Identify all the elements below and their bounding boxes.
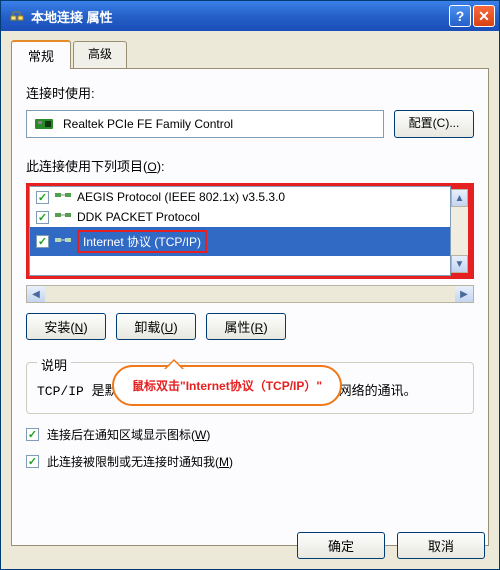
window-title: 本地连接 属性 — [31, 7, 447, 26]
properties-button[interactable]: 属性(R) — [206, 313, 286, 340]
protocol-list[interactable]: ✓ AEGIS Protocol (IEEE 802.1x) v3.5.3.0 … — [29, 186, 451, 276]
annotation-text: 鼠标双击"Internet协议（TCP/IP）" — [132, 379, 322, 393]
protocol-list-highlight: ✓ AEGIS Protocol (IEEE 802.1x) v3.5.3.0 … — [26, 183, 474, 279]
checkbox[interactable]: ✓ — [36, 211, 49, 224]
scroll-up-button[interactable]: ▲ — [451, 189, 468, 207]
configure-button[interactable]: 配置(C)... — [394, 110, 474, 138]
properties-dialog: 本地连接 属性 ? ✕ 常规 高级 连接时使用: Realtek PCIe FE… — [0, 0, 500, 570]
notify-limited-label: 此连接被限制或无连接时通知我(M) — [47, 453, 233, 470]
adapter-field[interactable]: Realtek PCIe FE Family Control — [26, 110, 384, 138]
scroll-right-button[interactable]: ▶ — [455, 286, 473, 302]
horizontal-scrollbar[interactable]: ◀ ▶ — [26, 285, 474, 303]
help-button[interactable]: ? — [449, 5, 471, 27]
tab-advanced[interactable]: 高级 — [73, 41, 127, 70]
uninstall-button[interactable]: 卸载(U) — [116, 313, 196, 340]
list-item[interactable]: ✓ AEGIS Protocol (IEEE 802.1x) v3.5.3.0 — [30, 187, 450, 207]
items-used-label: 此连接使用下列项目(O): — [26, 156, 474, 175]
scroll-left-button[interactable]: ◀ — [27, 286, 45, 302]
close-button[interactable]: ✕ — [473, 5, 495, 27]
protocol-icon — [55, 210, 73, 224]
nic-icon — [35, 117, 55, 131]
ok-button[interactable]: 确定 — [297, 532, 385, 559]
protocol-label: DDK PACKET Protocol — [77, 210, 200, 224]
vertical-scrollbar[interactable]: ▲ ▼ — [451, 186, 471, 276]
protocol-label: Internet 协议 (TCP/IP) — [77, 230, 207, 253]
scroll-down-button[interactable]: ▼ — [451, 255, 468, 273]
checkbox[interactable]: ✓ — [26, 455, 39, 468]
protocol-label: AEGIS Protocol (IEEE 802.1x) v3.5.3.0 — [77, 190, 285, 204]
list-item-selected[interactable]: ✓ Internet 协议 (TCP/IP) — [30, 227, 450, 256]
dialog-buttons: 确定 取消 — [297, 532, 485, 559]
list-item[interactable]: ✓ DDK PACKET Protocol — [30, 207, 450, 227]
tab-general[interactable]: 常规 — [11, 40, 71, 69]
checkbox[interactable]: ✓ — [36, 235, 49, 248]
checkbox[interactable]: ✓ — [26, 428, 39, 441]
adapter-name: Realtek PCIe FE Family Control — [63, 117, 233, 131]
connection-icon — [9, 8, 25, 24]
show-icon-label: 连接后在通知区域显示图标(W) — [47, 426, 210, 443]
scroll-track[interactable] — [45, 286, 455, 302]
scroll-track[interactable] — [451, 207, 468, 255]
annotation-callout: 鼠标双击"Internet协议（TCP/IP）" — [112, 365, 342, 406]
description-heading: 说明 — [37, 355, 71, 374]
notify-limited-row[interactable]: ✓ 此连接被限制或无连接时通知我(M) — [26, 453, 474, 470]
show-icon-row[interactable]: ✓ 连接后在通知区域显示图标(W) — [26, 426, 474, 443]
checkbox[interactable]: ✓ — [36, 191, 49, 204]
titlebar[interactable]: 本地连接 属性 ? ✕ — [1, 1, 499, 31]
tab-panel: 连接时使用: Realtek PCIe FE Family Control 配置… — [11, 68, 489, 546]
connect-using-label: 连接时使用: — [26, 83, 474, 102]
protocol-icon — [55, 190, 73, 204]
cancel-button[interactable]: 取消 — [397, 532, 485, 559]
install-button[interactable]: 安装(N) — [26, 313, 106, 340]
protocol-icon — [55, 235, 73, 249]
tab-strip: 常规 高级 — [1, 31, 499, 68]
